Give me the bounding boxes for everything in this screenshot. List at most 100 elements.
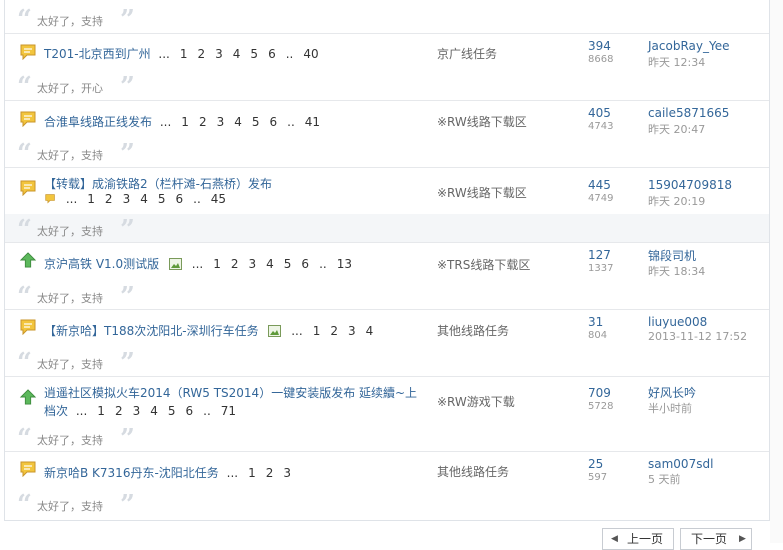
thread-title-line: 京沪高铁 V1.0测试版 ... 1 2 3 4 5 6.. 13 [44,255,362,272]
page-link[interactable]: 1 [180,47,188,61]
page-link[interactable]: 2 [105,192,113,206]
page-link[interactable]: 4 [150,404,158,418]
page-link[interactable]: 2 [199,115,207,129]
last-page-link[interactable]: 41 [305,115,320,129]
page-link[interactable]: 3 [215,47,223,61]
thread-title-link[interactable]: 【新京哈】T188次沈阳北-深圳行车任务 [44,324,259,338]
page-link[interactable]: 6 [270,115,278,129]
view-count: 5728 [588,401,614,412]
page-link[interactable]: 5 [168,404,176,418]
page-link[interactable]: 5 [250,47,258,61]
last-poster-link[interactable]: 15904709818 [648,178,732,192]
thread-title-link[interactable]: 京沪高铁 V1.0测试版 [44,257,159,271]
page-link[interactable]: 2 [266,466,274,480]
last-page-link[interactable]: 4 [366,324,374,338]
thread-title-link[interactable]: 合淮阜线路正线发布 [44,115,152,129]
last-poster-link[interactable]: sam007sdl [648,457,713,471]
close-quote-icon: ” [120,5,135,35]
close-quote-icon: ” [120,424,135,454]
last-poster-link[interactable]: liuyue008 [648,315,707,329]
page-link[interactable]: 6 [268,47,276,61]
speech-bubble-icon [20,461,36,477]
reply-preview-text: 太好了，支持 [37,500,103,513]
thread-title-line: 【转载】成渝铁路2（栏杆滩-石燕桥）发布 [44,175,272,192]
page-link[interactable]: 2 [115,404,123,418]
page-link[interactable]: 2 [198,47,206,61]
reply-count: 709 [588,386,611,400]
page-link[interactable]: 4 [234,115,242,129]
attachment-bubble-icon [45,194,55,204]
page-link[interactable]: 5 [252,115,260,129]
reply-count: 405 [588,106,611,120]
next-page-button[interactable]: 下一页 ▶ [680,528,752,550]
reply-preview-text: 太好了，支持 [37,149,103,162]
page-link[interactable]: 5 [284,257,292,271]
thread-pages: ... 1 2 3 4 5 6.. 45 [65,192,227,206]
forum-link[interactable]: ※RW游戏下载 [437,393,515,410]
page-link[interactable]: 1 [97,404,105,418]
forum-link[interactable]: ※RW线路下载区 [437,184,527,201]
last-post-time[interactable]: 5 天前 [648,471,681,487]
thread-title-line-2: 档次 ... 1 2 3 4 5 6.. 71 [44,402,246,419]
row-divider [5,376,769,377]
page-link[interactable]: 2 [330,324,338,338]
prev-page-button[interactable]: ◀ 上一页 [602,528,674,550]
thread-pages: ... 1 2 3 4 [291,324,374,338]
reply-count: 25 [588,457,604,471]
page-link[interactable]: 1 [181,115,189,129]
thread-title-link[interactable]: 逍遥社区模拟火车2014（RW5 TS2014）一键安装版发布 延续續~上 [44,386,417,400]
reply-count: 445 [588,178,611,192]
page-link[interactable]: 3 [133,404,141,418]
forum-link[interactable]: 京广线任务 [437,45,497,62]
scrollbar[interactable] [770,0,783,543]
thread-title-link[interactable]: 新京哈B K7316丹东-沈阳北任务 [44,466,219,480]
close-quote-icon: ” [120,139,135,169]
last-poster-link[interactable]: 锦段司机 [648,247,696,264]
page-link[interactable]: 6 [175,192,183,206]
last-page-link[interactable]: 45 [211,192,226,206]
page-link[interactable]: 2 [231,257,239,271]
last-poster-link[interactable]: caile5871665 [648,106,729,120]
row-divider [5,100,769,101]
page-link[interactable]: 3 [123,192,131,206]
thread-title-line: 【新京哈】T188次沈阳北-深圳行车任务 ... 1 2 3 4 [44,322,383,339]
forum-link[interactable]: 其他线路任务 [437,322,509,339]
thread-title-link[interactable]: 【转载】成渝铁路2（栏杆滩-石燕桥）发布 [44,177,272,191]
last-post-time[interactable]: 昨天 20:19 [648,193,705,209]
last-page-link[interactable]: 3 [283,466,291,480]
page-link[interactable]: 6 [301,257,309,271]
last-post-time[interactable]: 2013-11-12 17:52 [648,330,747,343]
page-link[interactable]: 1 [213,257,221,271]
last-page-link[interactable]: 13 [337,257,352,271]
prev-page-label: 上一页 [627,532,664,546]
close-quote-icon: ” [120,348,135,378]
speech-bubble-icon [20,180,36,196]
last-poster-link[interactable]: 好风长吟 [648,384,696,401]
last-post-time[interactable]: 昨天 18:34 [648,263,705,279]
last-post-time[interactable]: 昨天 20:47 [648,121,705,137]
page-link[interactable]: 4 [233,47,241,61]
forum-link[interactable]: ※TRS线路下载区 [437,256,530,273]
reply-preview: “ 太好了，支持 ” [5,214,769,243]
page-link[interactable]: 3 [348,324,356,338]
page-link[interactable]: 4 [140,192,148,206]
reply-preview-text: 太好了，支持 [37,225,103,238]
last-page-link[interactable]: 71 [221,404,236,418]
thread-title-link-continued[interactable]: 档次 [44,404,68,418]
page-link[interactable]: 1 [248,466,256,480]
last-poster-link[interactable]: JacobRay_Yee [648,39,729,53]
page-link[interactable]: 5 [158,192,166,206]
page-link[interactable]: 1 [87,192,95,206]
page-link[interactable]: 4 [266,257,274,271]
last-post-time[interactable]: 半小时前 [648,400,692,416]
thread-title-line-2: ... 1 2 3 4 5 6.. 45 [45,192,236,206]
last-post-time[interactable]: 昨天 12:34 [648,54,705,70]
forum-link[interactable]: 其他线路任务 [437,463,509,480]
forum-link[interactable]: ※RW线路下载区 [437,113,527,130]
page-link[interactable]: 3 [217,115,225,129]
last-page-link[interactable]: 40 [303,47,318,61]
page-link[interactable]: 3 [249,257,257,271]
page-link[interactable]: 1 [313,324,321,338]
page-link[interactable]: 6 [186,404,194,418]
thread-title-link[interactable]: T201-北京西到广州 [44,47,151,61]
